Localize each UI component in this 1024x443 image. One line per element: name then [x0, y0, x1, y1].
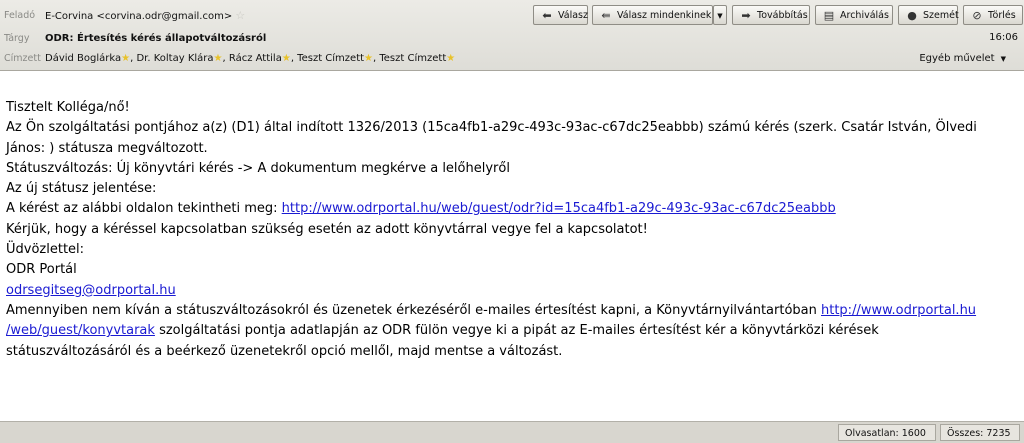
- body-line: János: ) státusza megváltozott.: [6, 140, 208, 156]
- to-label: Címzett: [4, 53, 41, 64]
- recipient[interactable]: Teszt Címzett: [297, 53, 364, 64]
- more-actions-menu[interactable]: Egyéb művelet ▼: [919, 51, 1006, 67]
- view-request-line: A kérést az alábbi oldalon tekintheti me…: [6, 201, 836, 217]
- total-count: Összes: 7235: [940, 424, 1020, 441]
- archive-icon: ▤: [823, 9, 835, 22]
- subject-label: Tárgy: [4, 33, 30, 44]
- email-line: odrsegitseg@odrportal.hu: [6, 281, 1014, 301]
- chevron-down-icon: ▼: [1000, 55, 1006, 63]
- recipient[interactable]: Dr. Koltay Klára: [136, 53, 213, 64]
- status-change: Státuszváltozás: Új könyvtári kérés -> A…: [6, 160, 510, 176]
- message-header: Feladó E-Corvina <corvina.odr@gmail.com>…: [0, 0, 1024, 71]
- star-icon[interactable]: ★: [446, 53, 455, 64]
- star-icon[interactable]: ★: [364, 53, 373, 64]
- chevron-down-icon: ▼: [717, 12, 723, 20]
- junk-icon: ●: [907, 9, 917, 22]
- reply-dropdown-button[interactable]: ▼: [713, 5, 727, 25]
- recipient[interactable]: Dávid Boglárka: [45, 53, 121, 64]
- unread-count: Olvasatlan: 1600: [838, 424, 936, 441]
- from-value[interactable]: E-Corvina <corvina.odr@gmail.com> ☆: [45, 6, 245, 27]
- unsubscribe-line: /web/guest/konyvtarak szolgáltatási pont…: [6, 323, 879, 339]
- star-icon[interactable]: ☆: [235, 9, 245, 22]
- forward-icon: ➡: [741, 9, 751, 22]
- body-line: Az Ön szolgáltatási pontjához a(z) (D1) …: [6, 120, 977, 136]
- star-icon[interactable]: ★: [282, 53, 291, 64]
- reply-button[interactable]: ⬅ Válasz: [533, 5, 588, 25]
- request-link[interactable]: http://www.odrportal.hu/web/guest/odr?id…: [282, 201, 836, 216]
- recipient[interactable]: Teszt Címzett: [379, 53, 446, 64]
- reply-all-icon: ⇚: [601, 9, 611, 22]
- support-email-link[interactable]: odrsegitseg@odrportal.hu: [6, 283, 176, 298]
- to-row: Címzett Dávid Boglárka★, Dr. Koltay Klár…: [0, 49, 800, 69]
- signature: ODR Portál: [6, 262, 77, 278]
- archive-button[interactable]: ▤ Archiválás: [815, 5, 893, 25]
- junk-button[interactable]: ● Szemét: [898, 5, 959, 25]
- delete-button[interactable]: ⊘ Törlés: [963, 5, 1023, 25]
- message-text: Tisztelt Kolléga/nő! Az Ön szolgáltatási…: [6, 98, 1014, 362]
- contact-line: Kérjük, hogy a kéréssel kapcsolatban szü…: [6, 221, 648, 237]
- recipient-list: Dávid Boglárka★, Dr. Koltay Klára★, Rácz…: [45, 53, 456, 64]
- reply-icon: ⬅: [542, 9, 552, 22]
- unsubscribe-line: Amennyiben nem kíván a státuszváltozások…: [6, 302, 977, 318]
- library-registry-link[interactable]: /web/guest/konyvtarak: [6, 323, 155, 338]
- library-registry-link[interactable]: http://www.odrportal.hu: [821, 303, 976, 318]
- unsubscribe-line: státuszváltozásáról és a beérkező üzenet…: [6, 343, 563, 359]
- message-time: 16:06: [989, 32, 1018, 43]
- forward-button[interactable]: ➡ Továbbítás: [732, 5, 810, 25]
- message-body: Tisztelt Kolléga/nő! Az Ön szolgáltatási…: [0, 71, 1024, 421]
- recipient[interactable]: Rácz Attila: [229, 53, 282, 64]
- delete-icon: ⊘: [972, 9, 982, 22]
- from-label: Feladó: [4, 10, 36, 21]
- star-icon[interactable]: ★: [214, 53, 223, 64]
- reply-all-button[interactable]: ⇚ Válasz mindenkinek: [592, 5, 713, 25]
- from-row: Feladó E-Corvina <corvina.odr@gmail.com>…: [0, 6, 520, 26]
- greeting: Tisztelt Kolléga/nő!: [6, 100, 130, 115]
- status-bar: Olvasatlan: 1600 Összes: 7235: [0, 421, 1024, 443]
- subject-row: Tárgy ODR: Értesítés kérés állapotváltoz…: [0, 29, 900, 49]
- regards: Üdvözlettel:: [6, 242, 85, 258]
- status-meaning: Az új státusz jelentése:: [6, 181, 157, 197]
- subject-value: ODR: Értesítés kérés állapotváltozásról: [45, 33, 267, 44]
- star-icon[interactable]: ★: [121, 53, 130, 64]
- sender-address[interactable]: E-Corvina <corvina.odr@gmail.com>: [45, 11, 232, 22]
